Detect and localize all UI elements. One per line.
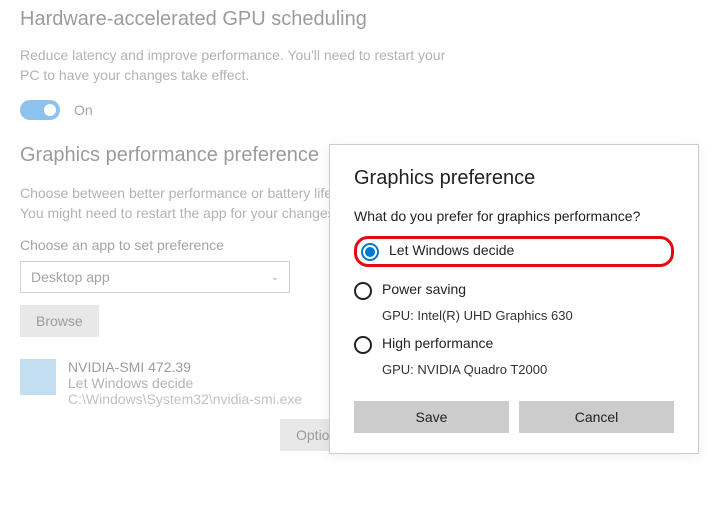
dialog-question: What do you prefer for graphics performa… [354,208,674,224]
dialog-button-row: Save Cancel [354,401,674,433]
highlight-annotation: Let Windows decide [354,236,674,267]
radio-icon [361,243,379,261]
radio-label: High performance [382,335,493,351]
preference-radio-group: Let Windows decide Power saving GPU: Int… [354,236,674,381]
radio-option-high-performance[interactable]: High performance [354,333,674,356]
save-button[interactable]: Save [354,401,509,433]
radio-option-power-saving[interactable]: Power saving [354,279,674,302]
radio-label: Power saving [382,281,466,297]
cancel-button[interactable]: Cancel [519,401,674,433]
radio-sublabel-power-saving: GPU: Intel(R) UHD Graphics 630 [382,308,674,323]
radio-option-let-windows-decide[interactable]: Let Windows decide [361,242,514,261]
graphics-preference-dialog: Graphics preference What do you prefer f… [329,144,699,454]
radio-label: Let Windows decide [389,242,514,258]
radio-sublabel-high-performance: GPU: NVIDIA Quadro T2000 [382,362,674,377]
radio-icon [354,336,372,354]
radio-icon [354,282,372,300]
dialog-title: Graphics preference [354,167,674,190]
